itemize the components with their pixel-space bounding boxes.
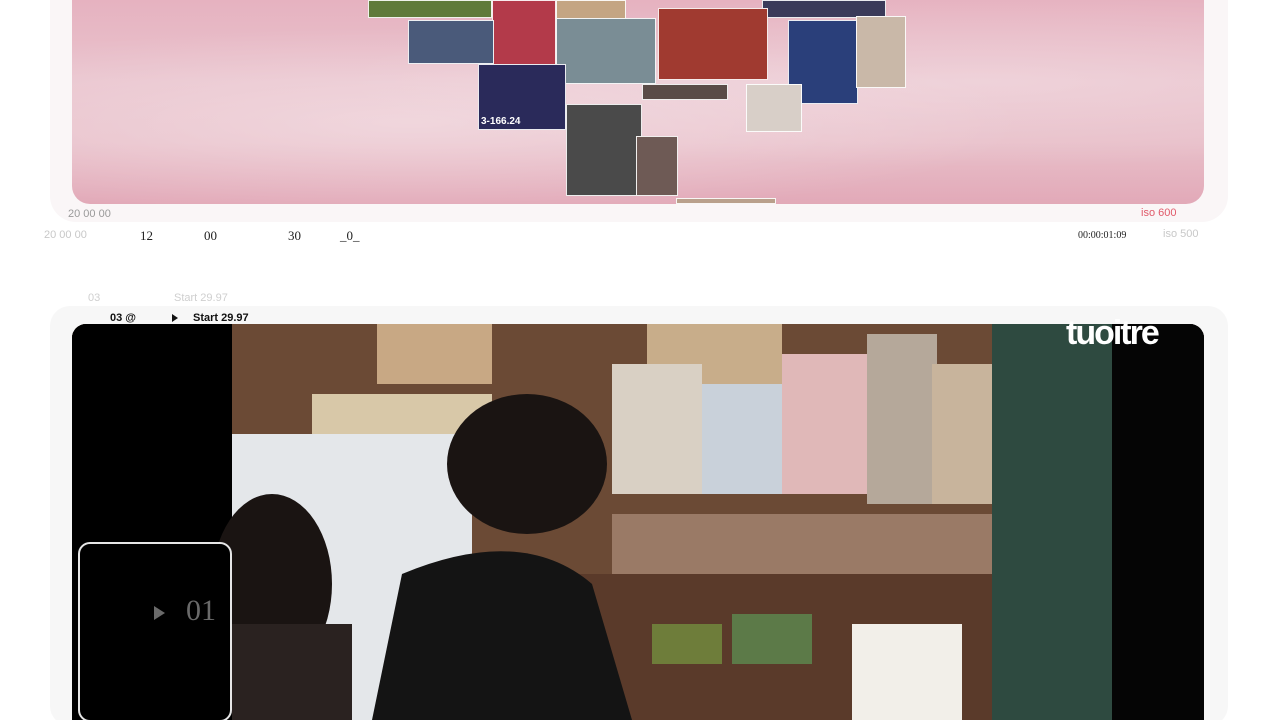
collage-thumbnail[interactable]: [746, 84, 802, 132]
iso-label-faint: iso 500: [1163, 228, 1199, 240]
iso-label[interactable]: iso 600: [1141, 207, 1176, 219]
thumbnail-label: 3-166.24: [481, 116, 521, 127]
timeline-ruler-faint: 20 00 00: [44, 229, 87, 241]
collage-thumbnail[interactable]: [856, 16, 906, 88]
clip-number: 03 @: [110, 312, 137, 324]
timeline-tick: 12: [140, 228, 153, 243]
collage-thumbnail[interactable]: [492, 0, 556, 66]
brand-watermark: tuoitre: [1066, 314, 1160, 352]
play-icon[interactable]: [172, 314, 178, 322]
collage-thumbnail[interactable]: 3-166.24: [478, 64, 566, 130]
clip-start: Start 29.97: [193, 312, 249, 324]
timeline-ruler-top: 20 00 00: [68, 208, 111, 220]
collage-thumbnail[interactable]: [368, 0, 492, 18]
timeline-tick: 30: [288, 228, 301, 243]
clip-start-faint: Start 29.97: [174, 292, 228, 304]
collage-thumbnail[interactable]: [408, 20, 494, 64]
editor-page: 3-166.24 20 00 00 20 00 00 12 00 30 _0_ …: [0, 0, 1280, 720]
clip-preview-number: 01: [186, 594, 216, 627]
collage-thumbnail[interactable]: [566, 104, 642, 196]
video-frame[interactable]: [72, 324, 1204, 720]
collage-thumbnail[interactable]: [676, 198, 776, 204]
video-scene: [72, 324, 1204, 720]
clip-number-faint: 03: [88, 292, 101, 304]
collage-panel[interactable]: 3-166.24: [72, 0, 1204, 204]
collage-thumbnail[interactable]: [642, 84, 728, 100]
clip-preview-card[interactable]: [78, 542, 232, 720]
timeline-tick: _0_: [340, 228, 360, 243]
collage-thumbnail[interactable]: [636, 136, 678, 196]
play-icon: [154, 606, 165, 620]
collage-thumbnail[interactable]: [658, 8, 768, 80]
timecode: 00:00:01:09: [1078, 230, 1127, 241]
collage-thumbnail[interactable]: [556, 18, 656, 84]
timeline-tick: 00: [204, 228, 217, 243]
